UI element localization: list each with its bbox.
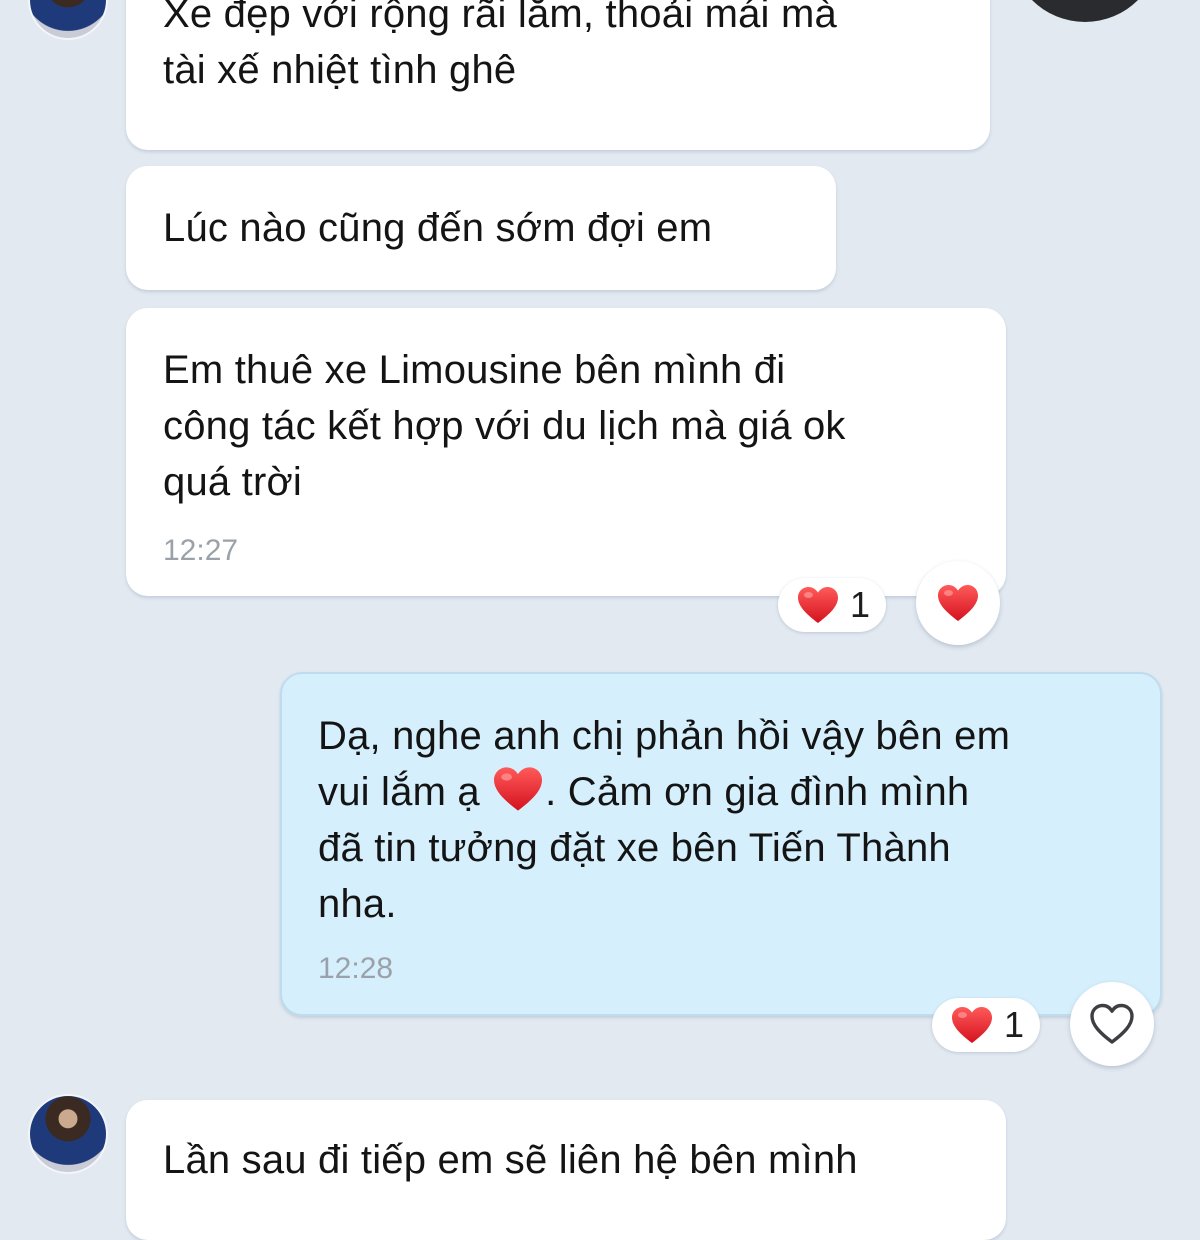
- message-bubble-incoming[interactable]: Em thuê xe Limousine bên mình đi công tá…: [126, 308, 1006, 596]
- heart-icon: [796, 585, 840, 625]
- message-timestamp: 12:27: [163, 534, 239, 567]
- message-bubble-incoming[interactable]: Lúc nào cũng đến sớm đợi em: [126, 166, 836, 290]
- message-text: Lúc nào cũng đến sớm đợi em: [163, 206, 713, 250]
- heart-icon: [950, 1005, 994, 1045]
- sender-avatar[interactable]: [30, 1096, 106, 1172]
- message-text: Dạ, nghe anh chị phản hồi vậy bên em vui…: [318, 708, 1010, 932]
- reaction-summary[interactable]: 1: [778, 578, 886, 632]
- message-bubble-incoming[interactable]: Lần sau đi tiếp em sẽ liên hệ bên mình: [126, 1100, 1006, 1240]
- message-bubble-incoming[interactable]: Xe đẹp với rộng rãi lắm, thoải mái mà tà…: [126, 0, 990, 150]
- message-text: Em thuê xe Limousine bên mình đi công tá…: [163, 348, 846, 504]
- reaction-count: 1: [850, 584, 871, 625]
- heart-filled-icon: [936, 583, 980, 623]
- heart-emoji-icon: [491, 765, 545, 813]
- react-heart-button[interactable]: [1070, 982, 1154, 1066]
- message-timestamp: 12:28: [318, 952, 394, 985]
- message-text: Xe đẹp với rộng rãi lắm, thoải mái mà tà…: [163, 0, 837, 92]
- heart-outline-icon: [1090, 1003, 1134, 1044]
- reaction-summary[interactable]: 1: [932, 998, 1040, 1052]
- sender-avatar[interactable]: [30, 0, 106, 38]
- react-heart-button[interactable]: [916, 561, 1000, 645]
- message-bubble-outgoing[interactable]: Dạ, nghe anh chị phản hồi vậy bên em vui…: [280, 672, 1162, 1016]
- message-text: Lần sau đi tiếp em sẽ liên hệ bên mình: [163, 1138, 858, 1182]
- floating-button-edge[interactable]: [1010, 0, 1160, 22]
- reaction-count: 1: [1004, 1004, 1025, 1045]
